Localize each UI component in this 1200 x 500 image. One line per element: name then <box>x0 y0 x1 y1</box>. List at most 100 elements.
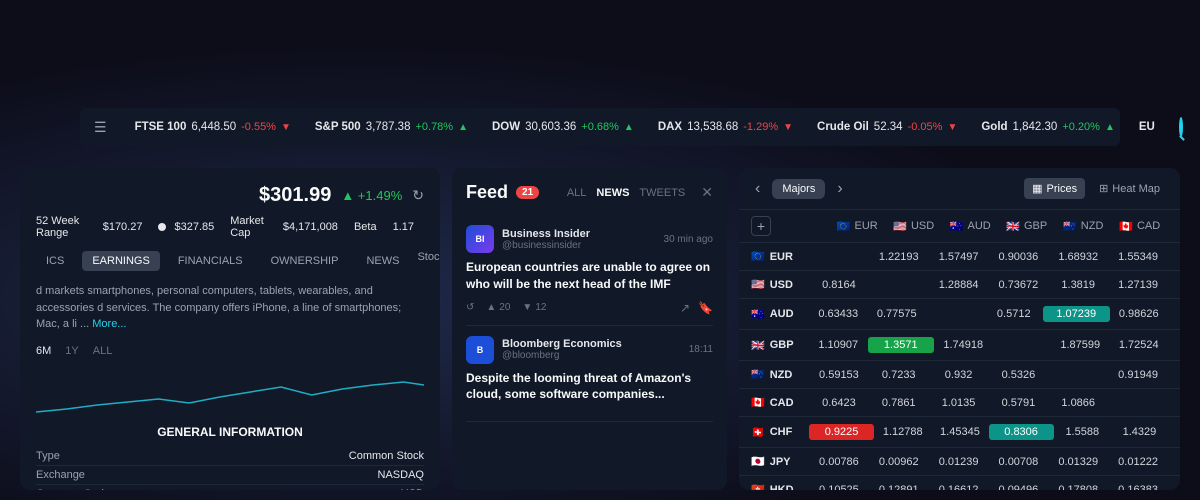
forex-tab-prices[interactable]: ▦ Prices <box>1024 178 1085 199</box>
tab-earnings[interactable]: EARNINGS <box>82 251 159 271</box>
feed-tab-news[interactable]: NEWS <box>596 187 629 199</box>
tab-financials[interactable]: FINANCIALS <box>168 251 253 271</box>
feed-tab-tweets[interactable]: TWEETS <box>639 187 685 199</box>
refresh-icon[interactable]: ↻ <box>412 187 424 204</box>
ticker-name-ftse: FTSE 100 <box>135 121 187 133</box>
info-row-exchange: Exchange NASDAQ <box>36 466 424 485</box>
ticker-name-gold: Gold <box>981 121 1007 133</box>
feed-headline-2[interactable]: Despite the looming threat of Amazon's c… <box>466 370 713 404</box>
ticker-change-sp500: +0.78% <box>415 121 453 133</box>
share-icon[interactable]: ↗ <box>680 301 690 315</box>
forex-cell-3-2: 1.74918 <box>934 339 993 351</box>
likes-1[interactable]: ▲ 20 <box>486 302 510 313</box>
forex-row-hkd[interactable]: 🇭🇰 HKD 0.105250.128910.166120.094960.178… <box>739 476 1180 490</box>
tab-ownership[interactable]: OWNERSHIP <box>261 251 349 271</box>
forex-nav-left[interactable]: ‹ <box>751 180 764 198</box>
range-indicator <box>158 223 166 231</box>
forex-row-aud[interactable]: 🇦🇺 AUD 0.634330.775750.57121.072390.9862… <box>739 299 1180 330</box>
stock-desc-text: d markets smartphones, personal computer… <box>36 285 401 330</box>
comments-1[interactable]: ▼ 12 <box>522 302 546 313</box>
time-tab-1y[interactable]: 1Y <box>65 345 78 357</box>
feed-item-2: B Bloomberg Economics @bloomberg 18:11 D… <box>466 326 713 423</box>
feed-title: Feed <box>466 182 508 203</box>
flag-jpy: 🇯🇵 <box>751 455 765 468</box>
stock-price-row: $301.99 ▲ +1.49% ↻ <box>36 184 424 207</box>
flag-usd: 🇺🇸 <box>751 278 765 291</box>
forex-cell-5-3: 0.5791 <box>988 397 1048 409</box>
forex-tab-heatmap[interactable]: ⊞ Heat Map <box>1091 178 1168 199</box>
info-row-currency-code: Currency Code USD <box>36 485 424 491</box>
comments-icon: ▼ <box>522 302 532 313</box>
tab-news[interactable]: NEWS <box>356 251 409 271</box>
forex-cell-8-2: 0.16612 <box>929 484 989 491</box>
stock-change: ▲ +1.49% <box>341 188 402 203</box>
ticker-name-sp500: S&P 500 <box>315 121 361 133</box>
forex-tab-prices-label: Prices <box>1047 183 1078 195</box>
forex-cell-2-0: 0.63433 <box>809 308 868 320</box>
forex-cell-4-0: 0.59153 <box>809 369 869 381</box>
forex-row-label-nzd: 🇳🇿 NZD <box>751 368 809 381</box>
forex-row-cad[interactable]: 🇨🇦 CAD 0.64230.78611.01350.57911.0866 <box>739 389 1180 417</box>
tab-ics[interactable]: ICS <box>36 251 74 271</box>
feed-tab-all[interactable]: ALL <box>567 187 587 199</box>
ticker-search-icon[interactable] <box>1179 117 1183 137</box>
feed-share-icons-1: ↗ 🔖 <box>680 301 713 315</box>
info-value-type: Common Stock <box>349 450 424 462</box>
ticker-change-crude: -0.05% <box>908 121 943 133</box>
bookmark-icon[interactable]: 🔖 <box>698 301 713 315</box>
time-tab-6m[interactable]: 6M <box>36 345 51 357</box>
arrow-sp500: ▲ <box>458 122 468 133</box>
beta-value: 1.17 <box>393 221 414 233</box>
ticker-name-crude: Crude Oil <box>817 121 869 133</box>
feed-header: Feed 21 ALL NEWS TWEETS ✕ <box>466 182 713 203</box>
stock-description: d markets smartphones, personal computer… <box>36 283 424 333</box>
forex-cell-6-4: 1.5588 <box>1054 426 1111 438</box>
forex-row-label-eur: 🇪🇺 EUR <box>751 250 809 263</box>
forex-col-aud: 🇦🇺 AUD <box>942 220 999 233</box>
stock-more-link[interactable]: More... <box>92 318 126 330</box>
stock-panel: $301.99 ▲ +1.49% ↻ 52 Week Range $170.27… <box>20 168 440 490</box>
forex-cell-6-3: 0.8306 <box>989 424 1054 440</box>
feed-close-button[interactable]: ✕ <box>701 184 713 201</box>
forex-cell-2-4: 1.07239 <box>1043 306 1110 322</box>
menu-icon[interactable]: ☰ <box>94 119 107 136</box>
ticker-item-crude: Crude Oil 52.34 -0.05% ▼ <box>817 121 957 133</box>
feed-time-1: 30 min ago <box>664 234 713 245</box>
forex-row-eur[interactable]: 🇪🇺 EUR 1.221931.574970.900361.689321.553… <box>739 243 1180 271</box>
feed-source-handle-1: @businessinsider <box>502 240 656 251</box>
forex-col-usd: 🇺🇸 USD <box>886 220 943 233</box>
forex-cell-0-4: 1.68932 <box>1048 251 1108 263</box>
forex-col-gbp: 🇬🇧 GBP <box>999 220 1056 233</box>
forex-cell-8-0: 0.10525 <box>809 484 869 491</box>
ticker-value-dow: 30,603.36 <box>525 121 576 133</box>
forex-cell-1-2: 1.28884 <box>929 279 989 291</box>
forex-nav-right[interactable]: › <box>833 180 846 198</box>
likes-count-1: 20 <box>499 302 510 313</box>
forex-cell-7-2: 0.01239 <box>929 456 989 468</box>
forex-row-jpy[interactable]: 🇯🇵 JPY 0.007860.009620.012390.007080.013… <box>739 448 1180 476</box>
forex-row-usd[interactable]: 🇺🇸 USD 0.81641.288840.736721.38191.27139 <box>739 271 1180 299</box>
forex-cell-2-1: 0.77575 <box>868 308 927 320</box>
forex-cell-4-3: 0.5326 <box>988 369 1048 381</box>
likes-icon: ▲ <box>486 302 496 313</box>
flag-nzd: 🇳🇿 <box>751 368 765 381</box>
forex-cell-4-5: 0.91949 <box>1108 369 1168 381</box>
feed-headline-1[interactable]: European countries are unable to agree o… <box>466 259 713 293</box>
time-tab-all[interactable]: ALL <box>93 345 113 357</box>
feed-source-handle-2: @bloomberg <box>502 350 681 361</box>
forex-cell-7-5: 0.01222 <box>1108 456 1168 468</box>
forex-col-cad: 🇨🇦 CAD <box>1112 220 1169 233</box>
forex-row-label-gbp: 🇬🇧 GBP <box>751 339 809 352</box>
flag-usd: 🇺🇸 <box>893 220 907 233</box>
forex-cell-6-1: 1.12788 <box>874 426 931 438</box>
forex-add-button[interactable]: + <box>751 216 771 236</box>
stock-price: $301.99 <box>259 184 331 207</box>
retweet-icon[interactable]: ↺ <box>466 302 474 313</box>
forex-row-nzd[interactable]: 🇳🇿 NZD 0.591530.72330.9320.53260.91949 <box>739 361 1180 389</box>
mini-chart <box>36 367 424 417</box>
forex-row-chf[interactable]: 🇨🇭 CHF 0.92251.127881.453450.83061.55881… <box>739 417 1180 448</box>
market-cap-value: $4,171,008 <box>283 221 338 233</box>
forex-row-gbp[interactable]: 🇬🇧 GBP 1.109071.35711.749181.875991.7252… <box>739 330 1180 361</box>
forex-cell-3-0: 1.10907 <box>809 339 868 351</box>
forex-segment[interactable]: Majors <box>772 179 825 199</box>
